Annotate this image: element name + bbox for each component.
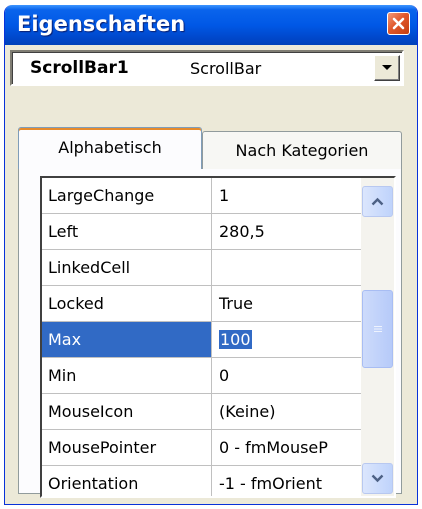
property-name[interactable]: Min [42,358,212,393]
property-list: LargeChange 1 Left 280,5 LinkedCell Lock… [42,178,363,496]
property-row[interactable]: Left 280,5 [42,214,363,250]
close-icon [392,17,405,30]
property-name[interactable]: Orientation [42,466,212,496]
title-bar[interactable]: Eigenschaften [5,5,417,45]
window-title: Eigenschaften [17,12,186,36]
property-row[interactable]: Orientation -1 - fmOrient [42,466,363,496]
property-value[interactable] [212,250,363,285]
vertical-scrollbar[interactable] [361,178,394,496]
property-name[interactable]: Max [42,322,212,357]
property-value-input[interactable]: 100 [212,322,363,357]
property-value[interactable]: 0 [212,358,363,393]
property-value-text: 100 [219,330,252,349]
property-name[interactable]: Left [42,214,212,249]
tab-alphabetisch[interactable]: Alphabetisch [18,127,202,169]
grip-icon [373,326,382,332]
close-button[interactable] [387,12,410,35]
property-row-selected[interactable]: Max 100 [42,322,363,358]
object-selector-combobox[interactable]: ScrollBar1 ScrollBar [10,50,404,86]
scroll-thumb[interactable] [362,290,393,368]
property-value[interactable]: 280,5 [212,214,363,249]
property-name[interactable]: LargeChange [42,178,212,213]
property-name[interactable]: LinkedCell [42,250,212,285]
property-row[interactable]: MousePointer 0 - fmMouseP [42,430,363,466]
dropdown-arrow-icon [382,65,392,70]
dropdown-button[interactable] [374,55,400,81]
property-value[interactable]: 0 - fmMouseP [212,430,363,465]
property-row[interactable]: MouseIcon (Keine) [42,394,363,430]
tab-nach-kategorien[interactable]: Nach Kategorien [202,131,402,169]
property-name[interactable]: Locked [42,286,212,321]
property-row[interactable]: LargeChange 1 [42,178,363,214]
property-row[interactable]: Locked True [42,286,363,322]
scroll-down-button[interactable] [362,463,393,494]
property-value[interactable]: 1 [212,178,363,213]
tab-label: Alphabetisch [58,138,162,157]
property-name[interactable]: MousePointer [42,430,212,465]
object-type: ScrollBar [190,59,262,78]
tab-label: Nach Kategorien [235,141,369,160]
object-name: ScrollBar1 [30,58,129,78]
property-value[interactable]: True [212,286,363,321]
property-value[interactable]: (Keine) [212,394,363,429]
property-grid: LargeChange 1 Left 280,5 LinkedCell Lock… [40,176,396,498]
scroll-up-button[interactable] [362,186,393,217]
property-name[interactable]: MouseIcon [42,394,212,429]
chevron-up-icon [371,197,384,206]
chevron-down-icon [371,474,384,483]
property-value[interactable]: -1 - fmOrient [212,466,363,496]
property-row[interactable]: LinkedCell [42,250,363,286]
property-row[interactable]: Min 0 [42,358,363,394]
